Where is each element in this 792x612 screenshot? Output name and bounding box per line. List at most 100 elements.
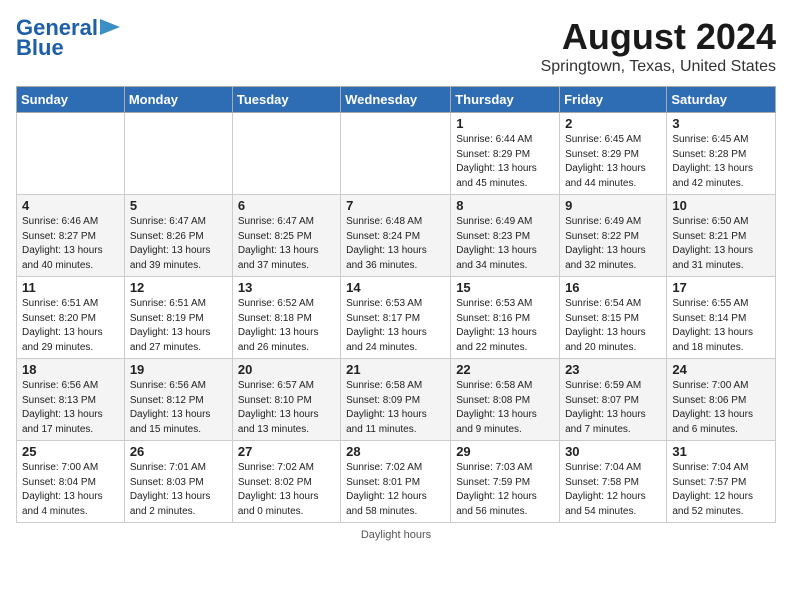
- calendar-cell: 20 Sunrise: 6:57 AM Sunset: 8:10 PM Dayli…: [232, 359, 340, 441]
- calendar-table: SundayMondayTuesdayWednesdayThursdayFrid…: [16, 86, 776, 523]
- day-info: Sunrise: 6:48 AM Sunset: 8:24 PM Dayligh…: [346, 215, 445, 273]
- calendar-day-header: Wednesday: [341, 87, 451, 113]
- calendar-cell: 4 Sunrise: 6:46 AM Sunset: 8:27 PM Daylig…: [17, 195, 125, 277]
- day-info: Sunrise: 6:45 AM Sunset: 8:28 PM Dayligh…: [672, 133, 770, 191]
- day-number: 7: [346, 198, 445, 213]
- day-number: 19: [130, 362, 227, 377]
- day-info: Sunrise: 6:58 AM Sunset: 8:08 PM Dayligh…: [456, 379, 554, 437]
- day-number: 11: [22, 280, 119, 295]
- calendar-cell: 27Sunrise: 7:02 AM Sunset: 8:02 PM Dayli…: [232, 441, 340, 523]
- calendar-cell: 14Sunrise: 6:53 AM Sunset: 8:17 PM Dayli…: [341, 277, 451, 359]
- calendar-week-row: 18Sunrise: 6:56 AM Sunset: 8:13 PM Dayli…: [17, 359, 776, 441]
- calendar-cell: 30Sunrise: 7:04 AM Sunset: 7:58 PM Dayli…: [560, 441, 667, 523]
- day-info: Sunrise: 6:46 AM Sunset: 8:27 PM Dayligh…: [22, 215, 119, 273]
- day-info: Sunrise: 6:49 AM Sunset: 8:23 PM Dayligh…: [456, 215, 554, 273]
- logo-arrow-icon: [100, 17, 122, 37]
- month-year-title: August 2024: [541, 16, 776, 58]
- day-info: Sunrise: 6:57 AM Sunset: 8:10 PM Dayligh…: [238, 379, 335, 437]
- calendar-week-row: 4 Sunrise: 6:46 AM Sunset: 8:27 PM Daylig…: [17, 195, 776, 277]
- calendar-cell: 21Sunrise: 6:58 AM Sunset: 8:09 PM Dayli…: [341, 359, 451, 441]
- logo-blue: Blue: [16, 36, 64, 60]
- day-info: Sunrise: 7:04 AM Sunset: 7:58 PM Dayligh…: [565, 461, 661, 519]
- calendar-day-header: Friday: [560, 87, 667, 113]
- day-info: Sunrise: 6:51 AM Sunset: 8:19 PM Dayligh…: [130, 297, 227, 355]
- calendar-cell: 3 Sunrise: 6:45 AM Sunset: 8:28 PM Daylig…: [667, 113, 776, 195]
- day-number: 18: [22, 362, 119, 377]
- calendar-cell: [341, 113, 451, 195]
- day-info: Sunrise: 6:47 AM Sunset: 8:26 PM Dayligh…: [130, 215, 227, 273]
- calendar-cell: 29 Sunrise: 7:03 AM Sunset: 7:59 PM Dayli…: [451, 441, 560, 523]
- day-number: 17: [672, 280, 770, 295]
- day-number: 20: [238, 362, 335, 377]
- calendar-header-row: SundayMondayTuesdayWednesdayThursdayFrid…: [17, 87, 776, 113]
- calendar-cell: 7 Sunrise: 6:48 AM Sunset: 8:24 PM Daylig…: [341, 195, 451, 277]
- day-number: 16: [565, 280, 661, 295]
- day-info: Sunrise: 6:47 AM Sunset: 8:25 PM Dayligh…: [238, 215, 335, 273]
- day-number: 23: [565, 362, 661, 377]
- day-number: 15: [456, 280, 554, 295]
- day-number: 3: [672, 116, 770, 131]
- day-number: 25: [22, 444, 119, 459]
- calendar-day-header: Tuesday: [232, 87, 340, 113]
- calendar-day-header: Monday: [124, 87, 232, 113]
- calendar-cell: 13 Sunrise: 6:52 AM Sunset: 8:18 PM Dayli…: [232, 277, 340, 359]
- day-number: 31: [672, 444, 770, 459]
- calendar-cell: 10 Sunrise: 6:50 AM Sunset: 8:21 PM Dayli…: [667, 195, 776, 277]
- day-number: 22: [456, 362, 554, 377]
- calendar-cell: [124, 113, 232, 195]
- calendar-day-header: Sunday: [17, 87, 125, 113]
- calendar-cell: 8 Sunrise: 6:49 AM Sunset: 8:23 PM Daylig…: [451, 195, 560, 277]
- calendar-cell: 16 Sunrise: 6:54 AM Sunset: 8:15 PM Dayli…: [560, 277, 667, 359]
- calendar-cell: [17, 113, 125, 195]
- day-number: 1: [456, 116, 554, 131]
- calendar-week-row: 11 Sunrise: 6:51 AM Sunset: 8:20 PM Dayli…: [17, 277, 776, 359]
- day-number: 12: [130, 280, 227, 295]
- calendar-cell: 24 Sunrise: 7:00 AM Sunset: 8:06 PM Dayli…: [667, 359, 776, 441]
- calendar-cell: 18Sunrise: 6:56 AM Sunset: 8:13 PM Dayli…: [17, 359, 125, 441]
- page-header: General Blue August 2024 Springtown, Tex…: [16, 16, 776, 76]
- day-info: Sunrise: 6:59 AM Sunset: 8:07 PM Dayligh…: [565, 379, 661, 437]
- calendar-cell: 19 Sunrise: 6:56 AM Sunset: 8:12 PM Dayli…: [124, 359, 232, 441]
- day-info: Sunrise: 6:50 AM Sunset: 8:21 PM Dayligh…: [672, 215, 770, 273]
- calendar-cell: 5 Sunrise: 6:47 AM Sunset: 8:26 PM Daylig…: [124, 195, 232, 277]
- calendar-cell: 2Sunrise: 6:45 AM Sunset: 8:29 PM Daylig…: [560, 113, 667, 195]
- day-info: Sunrise: 6:52 AM Sunset: 8:18 PM Dayligh…: [238, 297, 335, 355]
- day-info: Sunrise: 7:00 AM Sunset: 8:06 PM Dayligh…: [672, 379, 770, 437]
- day-number: 4: [22, 198, 119, 213]
- day-number: 13: [238, 280, 335, 295]
- day-number: 21: [346, 362, 445, 377]
- calendar-cell: 1 Sunrise: 6:44 AM Sunset: 8:29 PM Daylig…: [451, 113, 560, 195]
- day-info: Sunrise: 7:03 AM Sunset: 7:59 PM Dayligh…: [456, 461, 554, 519]
- day-number: 27: [238, 444, 335, 459]
- day-number: 8: [456, 198, 554, 213]
- day-number: 29: [456, 444, 554, 459]
- calendar-cell: 15 Sunrise: 6:53 AM Sunset: 8:16 PM Dayli…: [451, 277, 560, 359]
- calendar-day-header: Saturday: [667, 87, 776, 113]
- location-text: Springtown, Texas, United States: [541, 58, 776, 76]
- calendar-cell: 17Sunrise: 6:55 AM Sunset: 8:14 PM Dayli…: [667, 277, 776, 359]
- day-info: Sunrise: 6:51 AM Sunset: 8:20 PM Dayligh…: [22, 297, 119, 355]
- calendar-cell: 9Sunrise: 6:49 AM Sunset: 8:22 PM Daylig…: [560, 195, 667, 277]
- calendar-cell: 25 Sunrise: 7:00 AM Sunset: 8:04 PM Dayli…: [17, 441, 125, 523]
- day-info: Sunrise: 6:44 AM Sunset: 8:29 PM Dayligh…: [456, 133, 554, 191]
- calendar-cell: [232, 113, 340, 195]
- day-info: Sunrise: 6:56 AM Sunset: 8:12 PM Dayligh…: [130, 379, 227, 437]
- day-info: Sunrise: 6:53 AM Sunset: 8:16 PM Dayligh…: [456, 297, 554, 355]
- title-block: August 2024 Springtown, Texas, United St…: [541, 16, 776, 76]
- day-info: Sunrise: 6:54 AM Sunset: 8:15 PM Dayligh…: [565, 297, 661, 355]
- day-number: 5: [130, 198, 227, 213]
- day-number: 6: [238, 198, 335, 213]
- day-info: Sunrise: 7:02 AM Sunset: 8:01 PM Dayligh…: [346, 461, 445, 519]
- footer-note: Daylight hours: [16, 529, 776, 541]
- calendar-cell: 28Sunrise: 7:02 AM Sunset: 8:01 PM Dayli…: [341, 441, 451, 523]
- day-number: 24: [672, 362, 770, 377]
- calendar-cell: 12 Sunrise: 6:51 AM Sunset: 8:19 PM Dayli…: [124, 277, 232, 359]
- calendar-week-row: 1 Sunrise: 6:44 AM Sunset: 8:29 PM Daylig…: [17, 113, 776, 195]
- day-info: Sunrise: 7:04 AM Sunset: 7:57 PM Dayligh…: [672, 461, 770, 519]
- calendar-cell: 31 Sunrise: 7:04 AM Sunset: 7:57 PM Dayli…: [667, 441, 776, 523]
- calendar-cell: 11 Sunrise: 6:51 AM Sunset: 8:20 PM Dayli…: [17, 277, 125, 359]
- calendar-cell: 26Sunrise: 7:01 AM Sunset: 8:03 PM Dayli…: [124, 441, 232, 523]
- day-info: Sunrise: 7:00 AM Sunset: 8:04 PM Dayligh…: [22, 461, 119, 519]
- day-number: 10: [672, 198, 770, 213]
- calendar-cell: 6 Sunrise: 6:47 AM Sunset: 8:25 PM Daylig…: [232, 195, 340, 277]
